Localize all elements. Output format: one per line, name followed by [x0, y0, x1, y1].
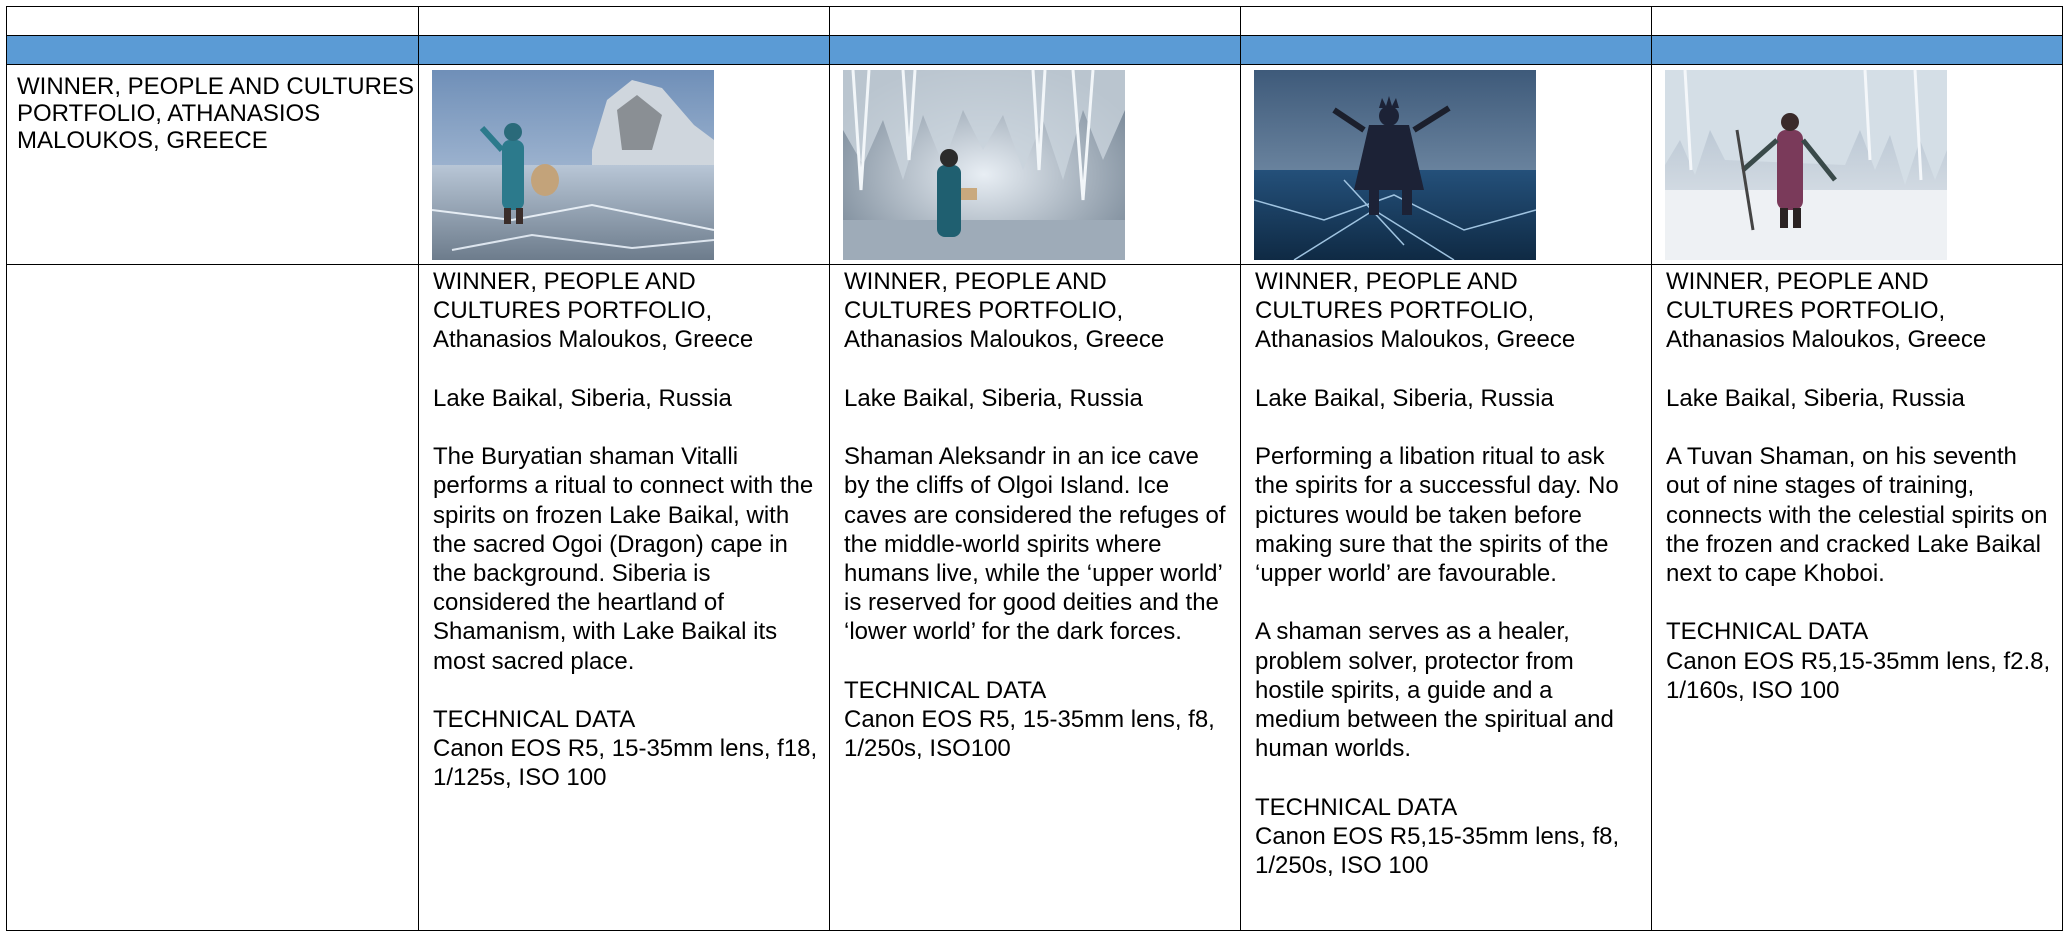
caption-cell-4: WINNER, PEOPLE AND CULTURES PORTFOLIO, A…	[1651, 264, 2063, 931]
band-cell	[829, 35, 1241, 65]
caption-title: WINNER, PEOPLE AND CULTURES PORTFOLIO,	[1666, 268, 1946, 325]
caption-location: Lake Baikal, Siberia, Russia	[1255, 384, 1554, 412]
caption-cell-3: WINNER, PEOPLE AND CULTURES PORTFOLIO, A…	[1240, 264, 1652, 931]
caption-title: WINNER, PEOPLE AND CULTURES PORTFOLIO,	[1255, 268, 1535, 325]
caption-description: The Buryatian shaman Vitalli performs a …	[433, 443, 814, 675]
empty-caption-cell	[6, 264, 419, 931]
technical-data: Canon EOS R5, 15-35mm lens, f8, 1/250s, …	[844, 706, 1215, 763]
caption-cell-2: WINNER, PEOPLE AND CULTURES PORTFOLIO, A…	[829, 264, 1241, 931]
caption-credit: Athanasios Maloukos, Greece	[1666, 326, 1987, 354]
band-cell	[6, 35, 419, 65]
empty-cell	[418, 6, 830, 36]
caption-title: WINNER, PEOPLE AND CULTURES PORTFOLIO,	[433, 268, 713, 325]
header-band-row	[6, 35, 2063, 65]
caption-description: Performing a libation ritual to ask the …	[1255, 443, 1619, 587]
caption-location: Lake Baikal, Siberia, Russia	[844, 384, 1143, 412]
empty-cell	[6, 6, 419, 36]
shaman-in-ice-cave-photo	[843, 70, 1125, 260]
caption-description: A Tuvan Shaman, on his seventh out of ni…	[1666, 443, 2048, 587]
caption-location: Lake Baikal, Siberia, Russia	[1666, 384, 1965, 412]
tuvan-shaman-photo	[1665, 70, 1947, 260]
band-cell	[418, 35, 830, 65]
band-cell	[1240, 35, 1652, 65]
technical-data-label: TECHNICAL DATA	[433, 706, 636, 733]
caption-description-2: A shaman serves as a healer, problem sol…	[1255, 618, 1614, 763]
portfolio-table: WINNER, PEOPLE AND CULTURES PORTFOLIO, A…	[6, 6, 2063, 931]
empty-cell	[829, 6, 1241, 36]
technical-data-label: TECHNICAL DATA	[844, 676, 1047, 704]
images-row: WINNER, PEOPLE AND CULTURES PORTFOLIO, A…	[6, 64, 2063, 265]
technical-data: Canon EOS R5,15-35mm lens, f8, 1/250s, I…	[1255, 822, 1620, 879]
empty-cell	[1651, 6, 2063, 36]
caption-credit: Athanasios Maloukos, Greece	[844, 326, 1165, 354]
empty-row	[6, 6, 2063, 36]
empty-cell	[1240, 6, 1652, 36]
caption-credit: Athanasios Maloukos, Greece	[433, 326, 754, 354]
caption-title: WINNER, PEOPLE AND CULTURES PORTFOLIO,	[844, 268, 1124, 325]
technical-data-label: TECHNICAL DATA	[1666, 618, 1869, 646]
technical-data: Canon EOS R5,15-35mm lens, f2.8, 1/160s,…	[1666, 647, 2051, 704]
shaman-libation-ritual-photo	[1254, 70, 1536, 260]
technical-data-label: TECHNICAL DATA	[1255, 793, 1458, 821]
image-cell-4	[1651, 64, 2063, 265]
caption-description: Shaman Aleksandr in an ice cave by the c…	[844, 443, 1226, 646]
shaman-on-frozen-lake-photo	[432, 70, 714, 260]
image-cell-2	[829, 64, 1241, 265]
portfolio-title-cell: WINNER, PEOPLE AND CULTURES PORTFOLIO, A…	[6, 64, 419, 265]
image-cell-3	[1240, 64, 1652, 265]
image-cell-1	[418, 64, 830, 265]
caption-cell-1: WINNER, PEOPLE AND CULTURES PORTFOLIO, A…	[418, 264, 830, 931]
captions-row: WINNER, PEOPLE AND CULTURES PORTFOLIO, A…	[6, 264, 2063, 931]
band-cell	[1651, 35, 2063, 65]
caption-credit: Athanasios Maloukos, Greece	[1255, 326, 1576, 354]
caption-location: Lake Baikal, Siberia, Russia	[433, 384, 732, 412]
technical-data: Canon EOS R5, 15-35mm lens, f18, 1/125s,…	[433, 735, 818, 792]
